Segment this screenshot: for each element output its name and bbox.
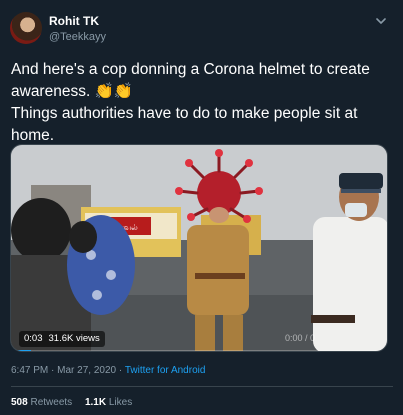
video-player[interactable]: காவல் 0:03 31.6K views 0:00 / 0 [10,144,388,352]
retweets-stat[interactable]: 508 Retweets [11,397,72,408]
likes-label: Likes [108,397,133,408]
retweets-label: Retweets [30,397,73,408]
tweet-meta: 6:47 PM · Mar 27, 2020 · Twitter for And… [11,365,205,376]
video-duration-views-badge: 0:03 31.6K views [19,331,105,347]
likes-count: 1.1K [84,397,107,408]
display-name[interactable]: Rohit TK [49,14,99,28]
divider [11,386,393,387]
meta-separator-2: · [118,365,123,376]
user-handle[interactable]: @Teekkayy [49,31,106,43]
video-time-overlay: 0:00 / 0 [285,333,316,343]
avatar[interactable] [10,12,42,44]
retweets-count: 508 [11,397,28,408]
tweet-stats: 508 Retweets 1.1K Likes [11,397,132,408]
tweet-source-link[interactable]: Twitter for Android [125,365,206,376]
tweet-card: Rohit TK @Teekkayy And here's a cop donn… [0,0,403,415]
tweet-date[interactable]: Mar 27, 2020 [57,365,116,376]
likes-stat[interactable]: 1.1K Likes [85,397,132,408]
tweet-text-line-2: Things authorities have to do to make pe… [11,105,362,144]
tweet-text: And here's a cop donning a Corona helmet… [11,59,396,147]
meta-separator: · [51,365,55,376]
video-duration: 0:03 [24,333,43,344]
tweet-time[interactable]: 6:47 PM [11,365,48,376]
chevron-down-icon[interactable] [374,14,388,28]
video-views: 31.6K views [48,333,100,344]
tweet-text-line-1: And here's a cop donning a Corona helmet… [11,61,375,100]
video-frame: காவல் [11,145,387,351]
